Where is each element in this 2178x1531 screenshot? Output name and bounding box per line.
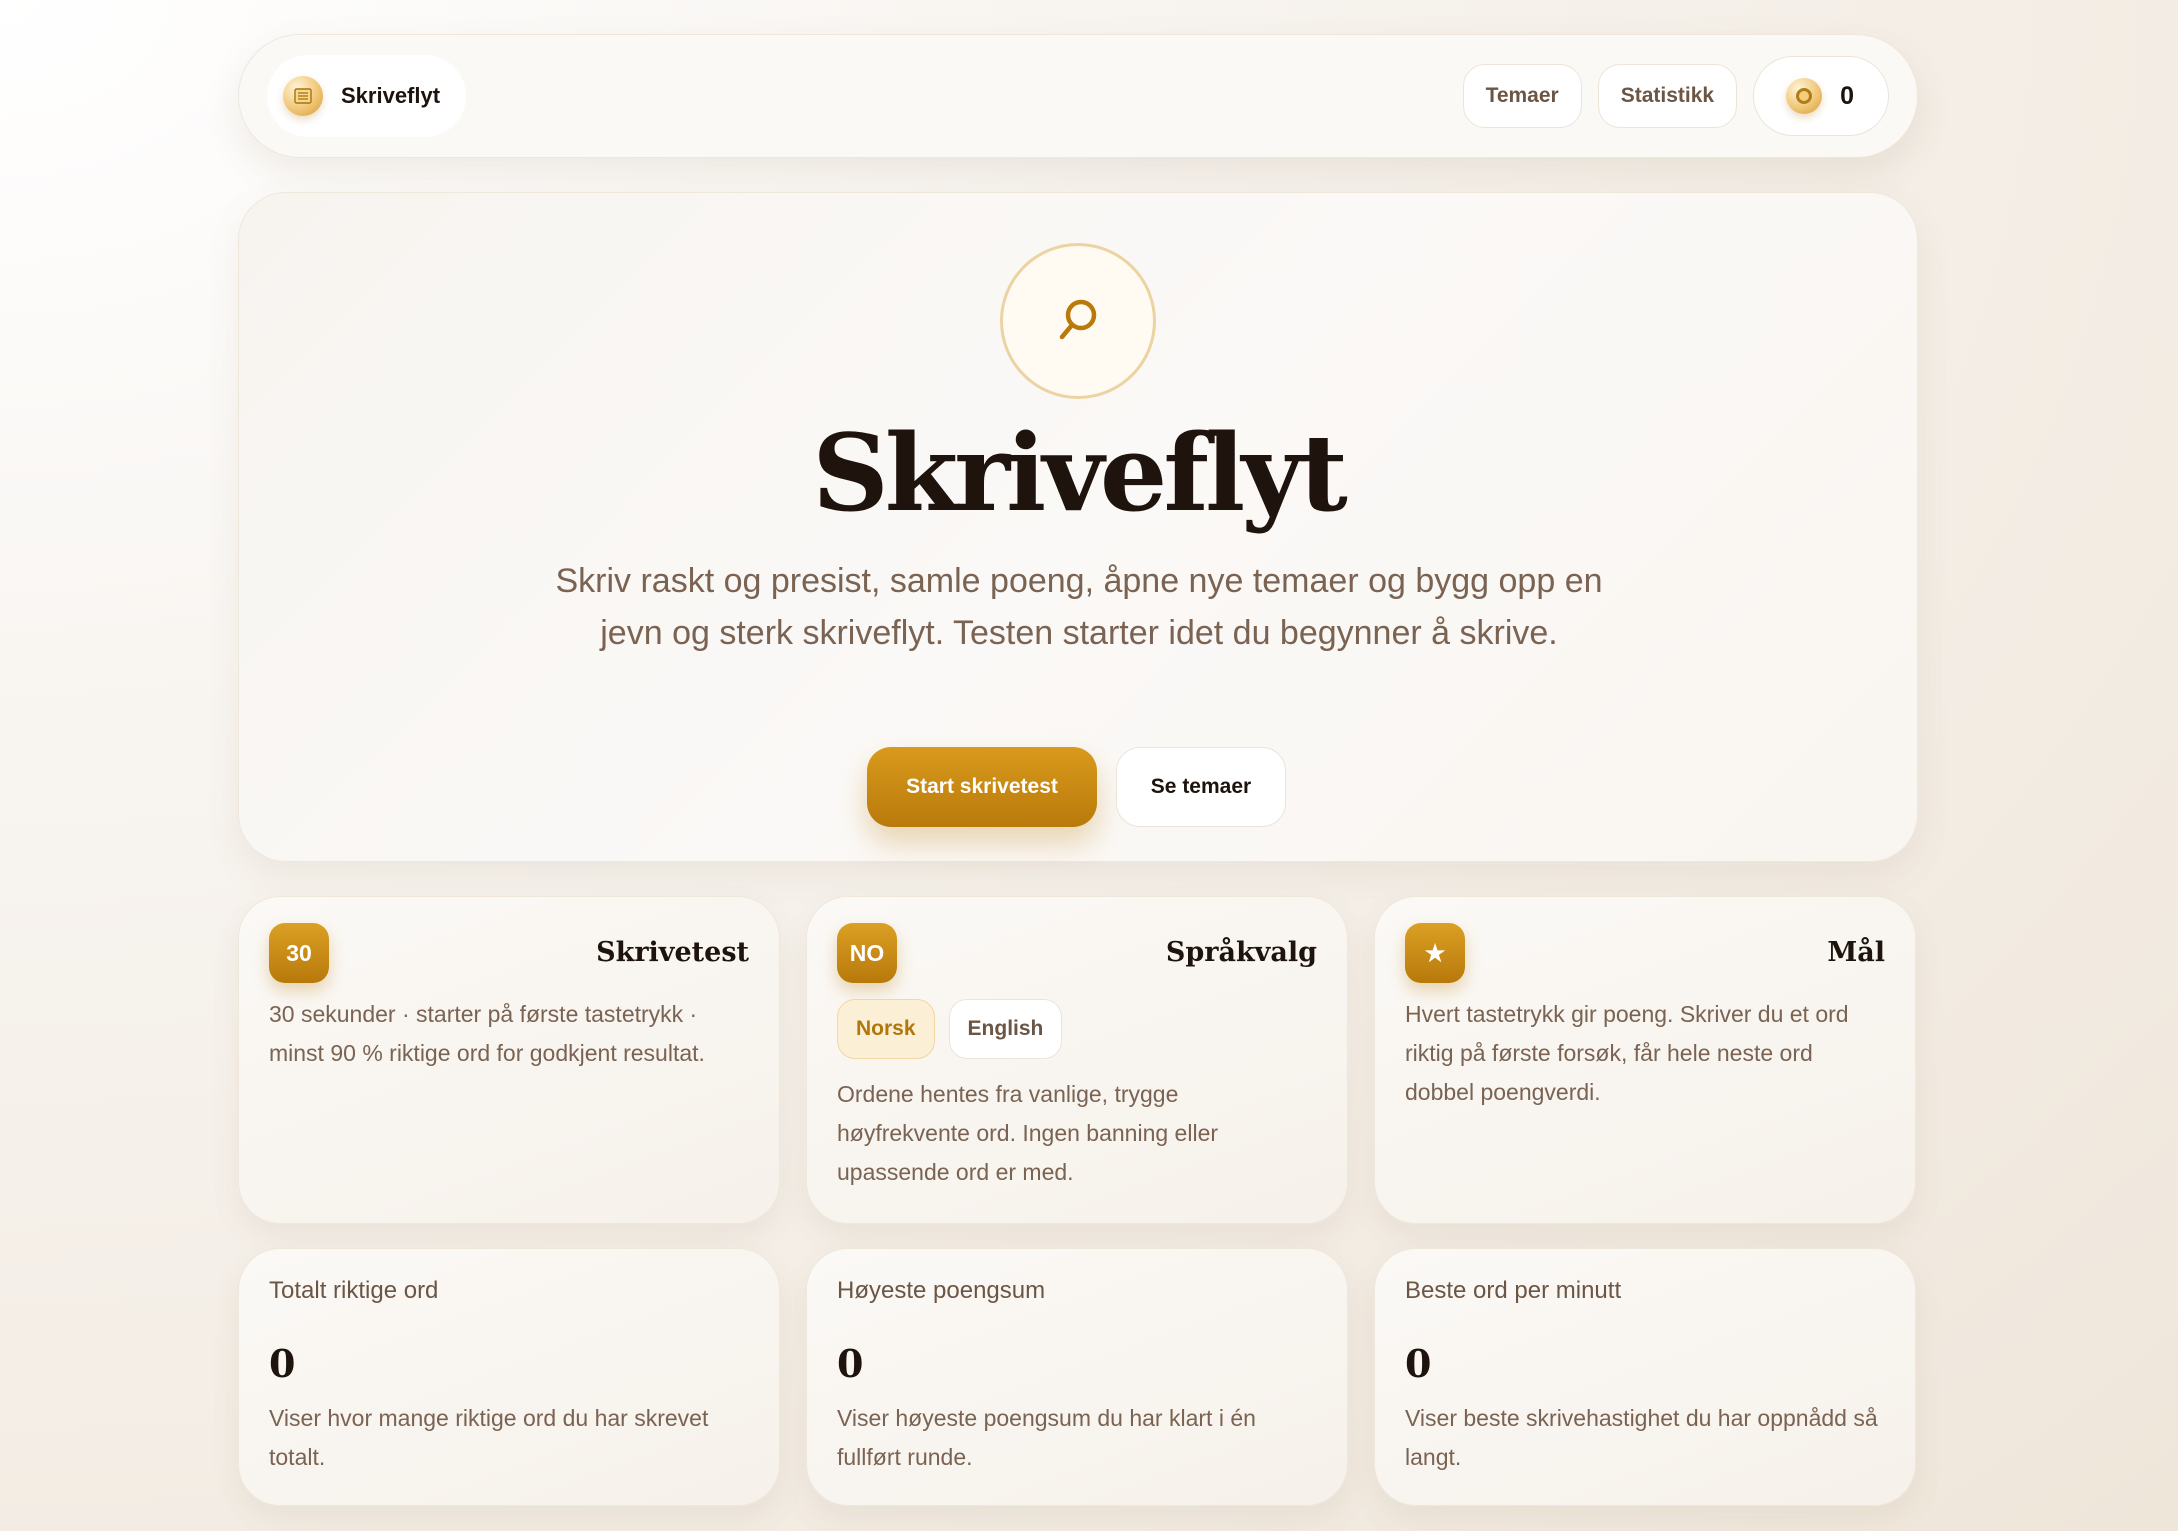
- stat-description: Viser hvor mange riktige ord du har skre…: [269, 1405, 709, 1470]
- hero-subtitle: Skriv raskt og presist, samle poeng, åpn…: [555, 562, 1603, 652]
- stat-value: 0: [269, 1341, 296, 1386]
- star-icon: ★: [1405, 923, 1465, 983]
- card-badge: 30: [269, 923, 329, 983]
- top-nav: Skriveflyt Temaer Statistikk 0: [238, 34, 1918, 158]
- coin-count: 0: [1840, 81, 1854, 110]
- statistics-button[interactable]: Statistikk: [1597, 64, 1738, 128]
- language-selector: Norsk English: [837, 999, 1063, 1059]
- stat-best-wpm: Beste ord per minutt 0 Viser beste skriv…: [1374, 1248, 1916, 1506]
- stat-description: Viser beste skrivehastighet du har oppnå…: [1405, 1405, 1878, 1470]
- coin-icon: [1786, 78, 1823, 114]
- card-text: Hvert tastetrykk gir poeng. Skriver du e…: [1405, 1001, 1849, 1105]
- stat-value: 0: [1405, 1341, 1432, 1386]
- stat-label: Beste ord per minutt: [1405, 1277, 1622, 1304]
- see-themes-button[interactable]: Se temaer: [1116, 747, 1286, 827]
- card-title: Mål: [1827, 937, 1885, 968]
- start-test-button[interactable]: Start skrivetest: [867, 747, 1097, 827]
- card-text: Ordene hentes fra vanlige, trygge høyfre…: [837, 1081, 1219, 1185]
- language-option-english[interactable]: English: [948, 999, 1063, 1059]
- card-goal: ★ Mål Hvert tastetrykk gir poeng. Skrive…: [1374, 896, 1916, 1224]
- themes-button[interactable]: Temaer: [1462, 64, 1582, 128]
- card-badge: NO: [837, 923, 897, 983]
- card-text: 30 sekunder · starter på første tastetry…: [269, 1001, 705, 1066]
- hero-section: Skriveflyt Skriv raskt og presist, samle…: [238, 192, 1918, 862]
- stat-total-correct-words: Totalt riktige ord 0 Viser hvor mange ri…: [238, 1248, 780, 1506]
- document-icon: [283, 76, 323, 116]
- stat-label: Totalt riktige ord: [269, 1277, 439, 1304]
- stat-highest-score: Høyeste poengsum 0 Viser høyeste poengsu…: [806, 1248, 1348, 1506]
- stat-label: Høyeste poengsum: [837, 1277, 1046, 1304]
- card-title: Skrivetest: [596, 937, 749, 968]
- brand-link[interactable]: Skriveflyt: [267, 55, 467, 137]
- card-title: Språkvalg: [1165, 937, 1317, 968]
- search-icon: [1000, 243, 1156, 399]
- hero-title: Skriveflyt: [812, 410, 1348, 535]
- stat-description: Viser høyeste poengsum du har klart i én…: [837, 1405, 1256, 1470]
- card-language: NO Språkvalg Norsk English Ordene hentes…: [806, 896, 1348, 1224]
- coin-counter[interactable]: 0: [1753, 56, 1889, 136]
- card-typing-test: 30 Skrivetest 30 sekunder · starter på f…: [238, 896, 780, 1224]
- brand-name: Skriveflyt: [341, 83, 441, 108]
- language-option-norsk[interactable]: Norsk: [837, 999, 935, 1059]
- stat-value: 0: [837, 1341, 864, 1386]
